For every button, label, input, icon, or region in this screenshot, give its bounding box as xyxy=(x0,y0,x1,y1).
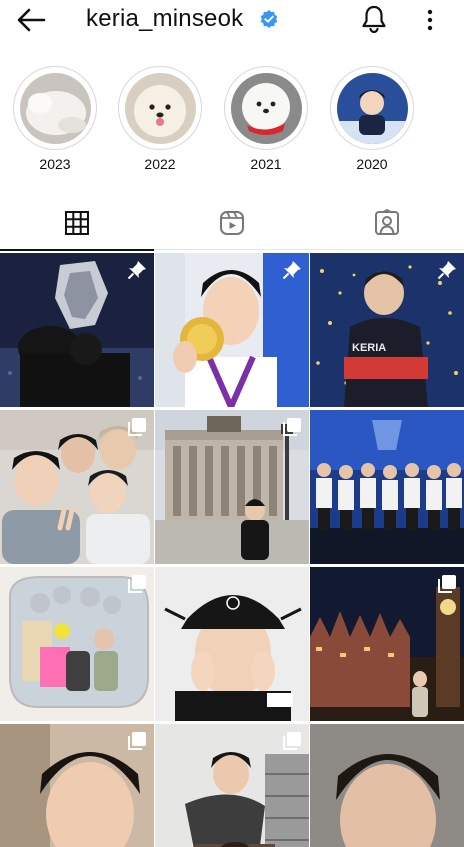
grid-post-selfie-low-light[interactable] xyxy=(310,724,464,847)
highlight-label: 2023 xyxy=(39,156,71,172)
grid-post-team-stage[interactable] xyxy=(310,410,464,564)
highlight-ring xyxy=(330,66,414,150)
carousel-icon xyxy=(128,418,146,436)
profile-username: keria_minseok xyxy=(86,5,244,32)
highlight-cover-image xyxy=(231,73,302,144)
pinned-icon xyxy=(437,261,456,280)
grid-post-westminster-night[interactable] xyxy=(310,567,464,721)
highlight-ring xyxy=(224,66,308,150)
pinned-icon xyxy=(127,261,146,280)
reels-icon xyxy=(220,211,244,235)
highlight-2022[interactable]: 2022 xyxy=(115,66,205,178)
grid-post-selfie-closeup[interactable] xyxy=(0,724,154,847)
arrow-left-icon[interactable] xyxy=(14,6,50,34)
carousel-icon xyxy=(128,575,146,593)
grid-post-confetti-stage[interactable]: KERIA xyxy=(310,253,464,407)
grid-post-kitchen-baking[interactable] xyxy=(155,724,309,847)
highlight-2023[interactable]: 2023 xyxy=(10,66,100,178)
grid-post-trophy-celebration[interactable] xyxy=(0,253,154,407)
highlight-2020[interactable]: 2020 xyxy=(327,66,417,178)
profile-header: keria_minseok xyxy=(0,0,464,40)
tab-posts-grid[interactable] xyxy=(0,198,154,251)
grid-post-group-selfie[interactable] xyxy=(0,410,154,564)
highlight-label: 2021 xyxy=(250,156,282,172)
verified-badge-icon xyxy=(260,10,278,28)
profile-tabs xyxy=(0,198,464,251)
pinned-icon xyxy=(282,261,301,280)
tab-reels[interactable] xyxy=(155,198,309,250)
highlight-ring xyxy=(118,66,202,150)
highlight-cover-image xyxy=(337,73,408,144)
tagged-person-icon xyxy=(375,209,399,235)
highlight-label: 2022 xyxy=(144,156,176,172)
highlight-2021[interactable]: 2021 xyxy=(221,66,311,178)
post-grid: KERIA xyxy=(0,253,464,847)
highlight-cover-image xyxy=(125,73,196,144)
carousel-icon xyxy=(283,732,301,750)
story-highlights: 2023 2022 2021 2020 xyxy=(0,66,464,178)
grid-post-black-cap-portrait[interactable] xyxy=(155,567,309,721)
carousel-icon xyxy=(128,732,146,750)
carousel-icon xyxy=(283,418,301,436)
highlight-cover-image xyxy=(20,73,91,144)
grid-post-mirror-balloons[interactable] xyxy=(0,567,154,721)
carousel-icon xyxy=(438,575,456,593)
grid-post-gold-medal[interactable] xyxy=(155,253,309,407)
svg-text:KERIA: KERIA xyxy=(352,342,386,354)
highlight-ring xyxy=(13,66,97,150)
grid-post-brandenburg-gate[interactable] xyxy=(155,410,309,564)
highlight-label: 2020 xyxy=(356,156,388,172)
tab-tagged[interactable] xyxy=(310,198,464,250)
more-vertical-icon[interactable] xyxy=(420,6,440,34)
bell-icon[interactable] xyxy=(360,4,388,34)
grid-icon xyxy=(65,211,89,235)
